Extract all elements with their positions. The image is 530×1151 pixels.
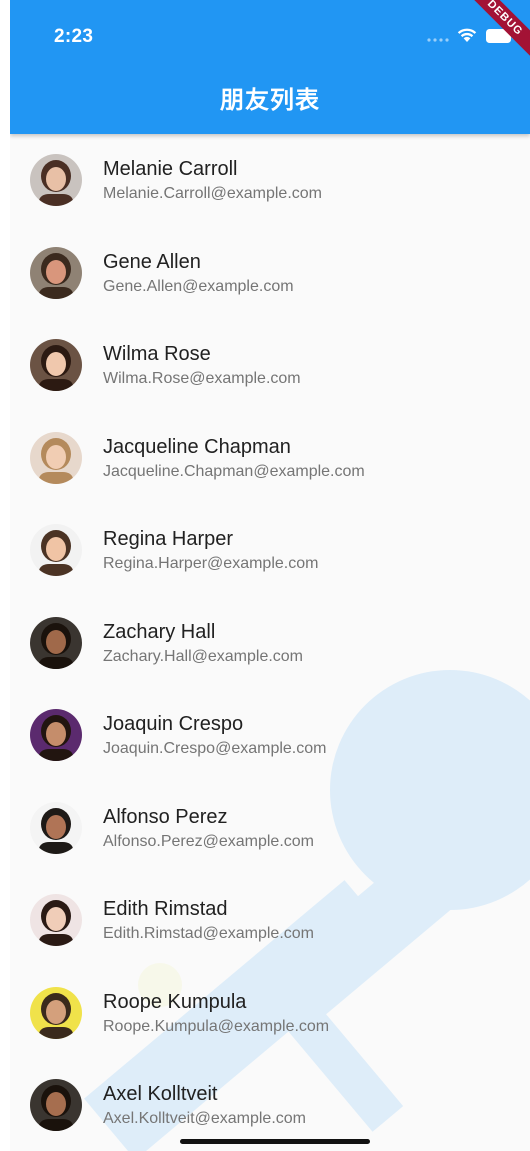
- page-title: 朋友列表: [220, 87, 320, 114]
- friend-email: Edith.Rimstad@example.com: [103, 925, 314, 942]
- list-item[interactable]: Jacqueline Chapman Jacqueline.Chapman@ex…: [10, 412, 530, 505]
- friend-name: Melanie Carroll: [103, 158, 238, 180]
- friend-email: Joaquin.Crespo@example.com: [103, 740, 327, 757]
- list-item[interactable]: Joaquin Crespo Joaquin.Crespo@example.co…: [10, 689, 530, 782]
- home-indicator[interactable]: [180, 1139, 370, 1144]
- friend-name: Roope Kumpula: [103, 990, 247, 1013]
- friend-name: Zachary Hall: [103, 620, 216, 643]
- status-time: 2:23: [54, 26, 94, 47]
- avatar-photo: [30, 801, 82, 854]
- friend-email: Alfonso.Perez@example.com: [103, 832, 314, 850]
- avatar[interactable]: [30, 801, 82, 854]
- avatar[interactable]: [30, 894, 82, 946]
- avatar[interactable]: [30, 431, 82, 484]
- phone-screen: 2:23 DEBUG 朋友列表 Melanie Carroll Melanie.…: [10, 0, 530, 1151]
- friend-name: Jacqueline Chapman: [103, 435, 291, 458]
- list-item[interactable]: Gene Allen Gene.Allen@example.com: [10, 227, 530, 320]
- friend-email: Jacqueline.Chapman@example.com: [103, 462, 365, 480]
- avatar-photo: [30, 616, 82, 669]
- avatar[interactable]: [30, 524, 82, 576]
- friend-name: Edith Rimstad: [103, 898, 228, 920]
- avatar-photo: [30, 524, 82, 576]
- list-item[interactable]: Melanie Carroll Melanie.Carroll@example.…: [10, 134, 530, 227]
- list-item[interactable]: Regina Harper Regina.Harper@example.com: [10, 504, 530, 597]
- friend-name: Alfonso Perez: [103, 805, 228, 828]
- list-item[interactable]: Roope Kumpula Roope.Kumpula@example.com: [10, 967, 530, 1060]
- avatar-photo: [30, 339, 82, 391]
- friend-email: Regina.Harper@example.com: [103, 555, 319, 572]
- list-item[interactable]: Wilma Rose Wilma.Rose@example.com: [10, 319, 530, 412]
- friend-email: Gene.Allen@example.com: [103, 277, 294, 295]
- friend-email: Zachary.Hall@example.com: [103, 647, 304, 665]
- friend-list: Melanie Carroll Melanie.Carroll@example.…: [10, 134, 530, 1151]
- app-bar: 2:23 DEBUG 朋友列表: [10, 0, 530, 134]
- friend-name: Gene Allen: [103, 250, 201, 273]
- friend-email: Wilma.Rose@example.com: [103, 370, 301, 387]
- list-item[interactable]: Alfonso Perez Alfonso.Perez@example.com: [10, 782, 530, 875]
- friend-email: Axel.Kolltveit@example.com: [103, 1110, 306, 1127]
- wifi-icon: [457, 28, 477, 42]
- friend-name: Axel Kolltveit: [103, 1083, 218, 1105]
- avatar-photo: [30, 154, 82, 206]
- list-item[interactable]: Axel Kolltveit Axel.Kolltveit@example.co…: [10, 1059, 530, 1151]
- avatar[interactable]: [30, 616, 82, 669]
- friend-name: Regina Harper: [103, 528, 234, 550]
- avatar-photo: [30, 246, 82, 299]
- avatar-photo: [30, 709, 82, 761]
- avatar[interactable]: [30, 339, 82, 391]
- friend-name: Joaquin Crespo: [103, 713, 244, 735]
- avatar[interactable]: [30, 709, 82, 761]
- avatar-photo: [30, 986, 82, 1039]
- friend-email: Melanie.Carroll@example.com: [103, 185, 322, 202]
- cellular-signal-icon: [427, 38, 449, 42]
- avatar-photo: [30, 431, 82, 484]
- avatar[interactable]: [30, 1079, 82, 1131]
- list-item[interactable]: Zachary Hall Zachary.Hall@example.com: [10, 597, 530, 690]
- list-item[interactable]: Edith Rimstad Edith.Rimstad@example.com: [10, 874, 530, 967]
- avatar-photo: [30, 894, 82, 946]
- avatar[interactable]: [30, 154, 82, 206]
- avatar-photo: [30, 1079, 82, 1131]
- avatar[interactable]: [30, 986, 82, 1039]
- friend-email: Roope.Kumpula@example.com: [103, 1017, 330, 1035]
- avatar[interactable]: [30, 246, 82, 299]
- friend-name: Wilma Rose: [103, 343, 211, 365]
